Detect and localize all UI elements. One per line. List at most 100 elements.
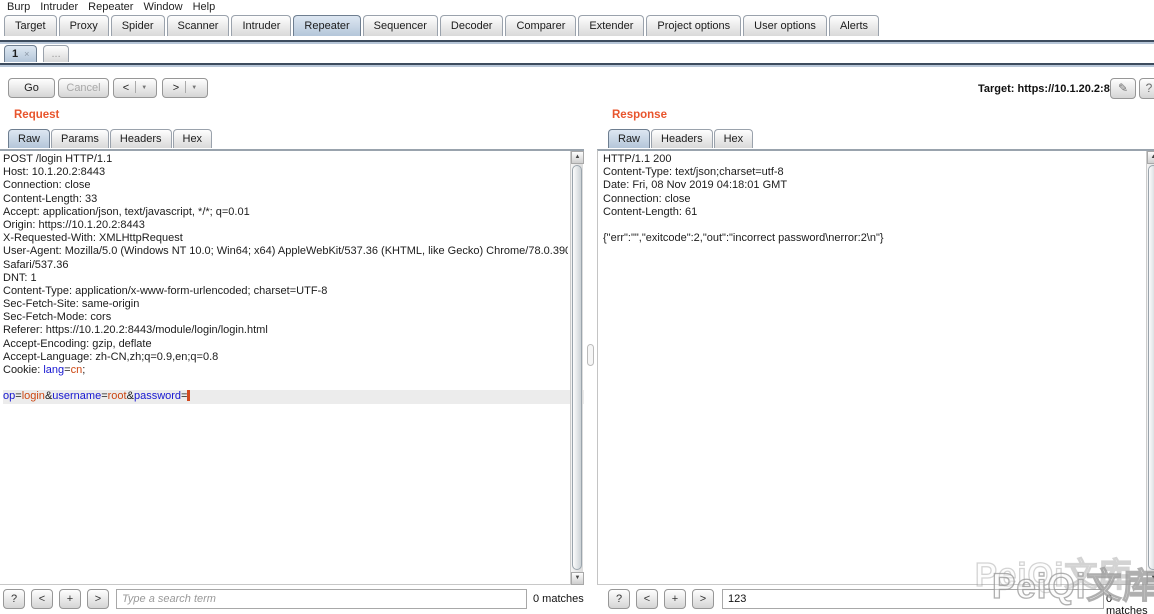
repeater-tab-1[interactable]: 1×: [4, 45, 37, 62]
editor-line: POST /login HTTP/1.1: [3, 153, 568, 166]
response-section-title: Response: [612, 109, 667, 121]
request-tab-hex[interactable]: Hex: [173, 129, 213, 148]
split-divider: [185, 81, 186, 93]
burp-repeater-window: BurpIntruderRepeaterWindowHelp TargetPro…: [0, 0, 1154, 614]
menu-item-help[interactable]: Help: [188, 0, 221, 14]
tab-user-options[interactable]: User options: [743, 15, 827, 36]
request-section-title: Request: [14, 109, 59, 121]
pencil-icon: ✎: [1118, 81, 1128, 95]
text-segment: ;: [82, 364, 85, 376]
tab-scanner[interactable]: Scanner: [167, 15, 230, 36]
request-search-next-button[interactable]: >: [87, 589, 109, 609]
repeater-tab-more[interactable]: ...: [43, 45, 68, 62]
request-tab-params[interactable]: Params: [51, 129, 109, 148]
request-editor-content: POST /login HTTP/1.1Host: 10.1.20.2:8443…: [3, 153, 568, 404]
response-tabs: RawHeadersHex: [608, 129, 754, 149]
tab-extender[interactable]: Extender: [578, 15, 644, 36]
scroll-down-icon[interactable]: ▼: [1147, 572, 1154, 585]
request-tab-headers[interactable]: Headers: [110, 129, 172, 148]
request-tab-raw[interactable]: Raw: [8, 129, 50, 148]
scroll-up-icon[interactable]: ▲: [571, 151, 584, 164]
menu-item-repeater[interactable]: Repeater: [83, 0, 138, 14]
scrollbar-thumb[interactable]: [1148, 165, 1154, 570]
text-segment: root: [108, 390, 127, 402]
request-search-add-button[interactable]: +: [59, 589, 81, 609]
response-tab-raw[interactable]: Raw: [608, 129, 650, 148]
tab-decoder[interactable]: Decoder: [440, 15, 504, 36]
scroll-up-icon[interactable]: ▲: [1147, 151, 1154, 164]
response-tab-headers[interactable]: Headers: [651, 129, 713, 148]
editor-line: Referer: https://10.1.20.2:8443/module/l…: [3, 324, 568, 337]
next-request-button[interactable]: >▼: [162, 78, 208, 98]
split-divider: [135, 81, 136, 93]
editor-line: HTTP/1.1 200: [603, 153, 1138, 166]
request-scrollbar[interactable]: ▲ ▼: [570, 151, 583, 585]
text-segment: &: [127, 390, 134, 402]
go-button[interactable]: Go: [8, 78, 55, 98]
request-search-help-button[interactable]: ?: [3, 589, 25, 609]
tab-spider[interactable]: Spider: [111, 15, 165, 36]
editor-line: Connection: close: [603, 193, 1138, 206]
editor-line: Accept-Encoding: gzip, deflate: [3, 338, 568, 351]
editor-line: Content-Type: application/x-www-form-url…: [3, 285, 568, 298]
editor-line: Sec-Fetch-Mode: cors: [3, 311, 568, 324]
question-mark-icon: ?: [1146, 81, 1153, 95]
text-segment: password: [134, 390, 181, 402]
target-url-label: Target: https://10.1.20.2:8443: [978, 83, 1128, 95]
menu-item-window[interactable]: Window: [138, 0, 187, 14]
tab-project-options[interactable]: Project options: [646, 15, 741, 36]
text-cursor-icon: [187, 390, 190, 401]
response-search-input[interactable]: [722, 589, 1104, 609]
response-search-help-button[interactable]: ?: [608, 589, 630, 609]
back-arrow-icon: <: [123, 82, 129, 94]
text-segment: Cookie:: [3, 364, 43, 376]
repeater-tab-1-label: 1: [12, 48, 18, 60]
response-tab-hex[interactable]: Hex: [714, 129, 754, 148]
editor-line: op=login&username=root&password=: [3, 390, 584, 403]
editor-line: Sec-Fetch-Site: same-origin: [3, 298, 568, 311]
editor-line: Content-Length: 33: [3, 193, 568, 206]
request-search-prev-button[interactable]: <: [31, 589, 53, 609]
menu-item-burp[interactable]: Burp: [2, 0, 35, 14]
editor-line: Host: 10.1.20.2:8443: [3, 166, 568, 179]
edit-target-button[interactable]: ✎: [1110, 78, 1136, 99]
tab-target[interactable]: Target: [4, 15, 57, 36]
editor-line: Accept: application/json, text/javascrip…: [3, 206, 568, 219]
tab-sequencer[interactable]: Sequencer: [363, 15, 438, 36]
editor-line: Content-Type: text/json;charset=utf-8: [603, 166, 1138, 179]
tab-comparer[interactable]: Comparer: [505, 15, 576, 36]
tab-alerts[interactable]: Alerts: [829, 15, 879, 36]
response-editor[interactable]: HTTP/1.1 200Content-Type: text/json;char…: [597, 149, 1154, 585]
editor-line: {"err":"","exitcode":2,"out":"incorrect …: [603, 232, 1138, 245]
pane-divider-grip[interactable]: [587, 344, 594, 366]
repeater-subtabs: 1× ...: [4, 45, 72, 63]
previous-request-button[interactable]: <▼: [113, 78, 157, 98]
editor-line: Connection: close: [3, 179, 568, 192]
tab-repeater[interactable]: Repeater: [293, 15, 360, 36]
request-search-input[interactable]: [116, 589, 527, 609]
response-search-add-button[interactable]: +: [664, 589, 686, 609]
chevron-down-icon[interactable]: ▼: [141, 85, 147, 91]
request-tabs: RawParamsHeadersHex: [8, 129, 213, 149]
chevron-down-icon[interactable]: ▼: [191, 85, 197, 91]
editor-line: [3, 377, 568, 390]
response-search-prev-button[interactable]: <: [636, 589, 658, 609]
subtab-underline-light: [0, 65, 1154, 67]
response-scrollbar[interactable]: ▲ ▼: [1146, 151, 1154, 585]
scrollbar-thumb[interactable]: [572, 165, 582, 570]
request-search-matches: 0 matches: [533, 593, 584, 605]
editor-line: [603, 219, 1138, 232]
scroll-down-icon[interactable]: ▼: [571, 572, 584, 585]
response-search-matches: 0 matches: [1106, 593, 1154, 614]
cancel-button[interactable]: Cancel: [58, 78, 109, 98]
request-editor[interactable]: POST /login HTTP/1.1Host: 10.1.20.2:8443…: [0, 149, 584, 585]
response-search-next-button[interactable]: >: [692, 589, 714, 609]
text-segment: cn: [71, 364, 83, 376]
menu-item-intruder[interactable]: Intruder: [35, 0, 83, 14]
forward-arrow-icon: >: [173, 82, 179, 94]
help-button[interactable]: ?: [1139, 78, 1154, 99]
tab-intruder[interactable]: Intruder: [231, 15, 291, 36]
close-icon[interactable]: ×: [24, 49, 29, 59]
editor-line: Date: Fri, 08 Nov 2019 04:18:01 GMT: [603, 179, 1138, 192]
tab-proxy[interactable]: Proxy: [59, 15, 109, 36]
